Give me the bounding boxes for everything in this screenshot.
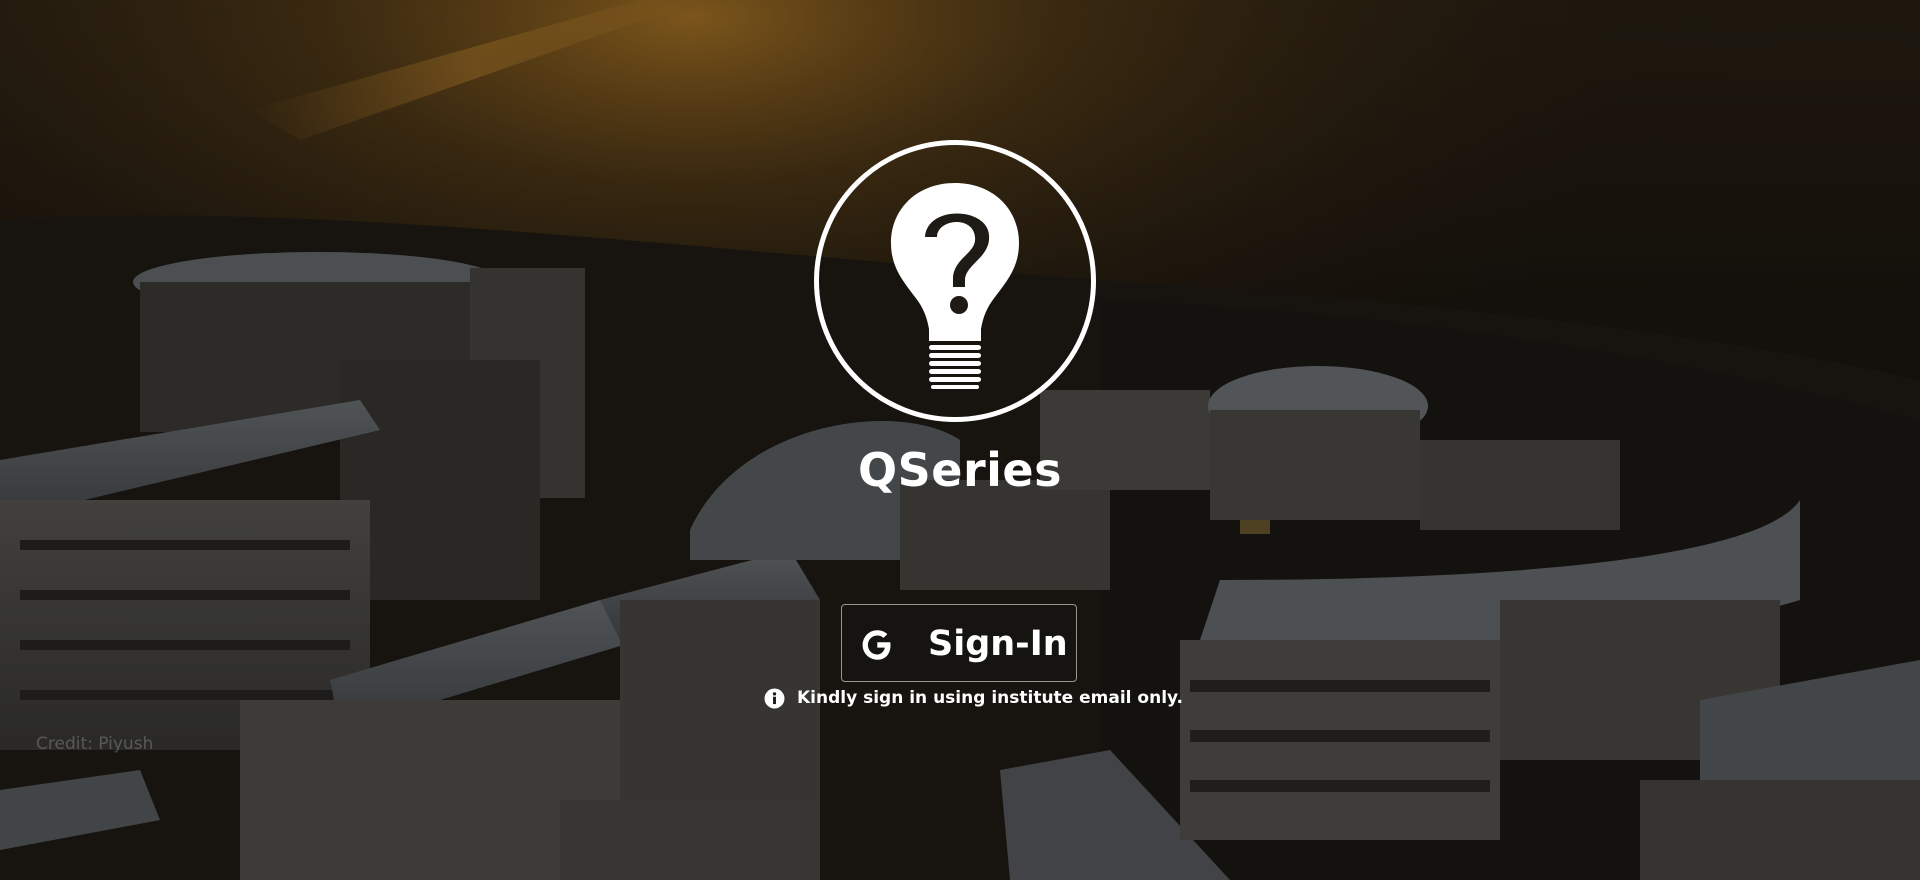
dark-overlay bbox=[0, 0, 1920, 880]
login-screen: QSeries Sign-In Kindly sign in using ins… bbox=[0, 0, 1920, 880]
signin-notice: Kindly sign in using institute email onl… bbox=[764, 686, 1183, 710]
signin-label: Sign-In bbox=[928, 624, 1068, 664]
google-g-icon bbox=[862, 630, 891, 660]
photo-credit-watermark: Credit: Piyush bbox=[36, 734, 154, 754]
info-icon bbox=[764, 688, 785, 708]
notice-text: Kindly sign in using institute email onl… bbox=[797, 688, 1184, 708]
qseries-logo bbox=[814, 140, 1096, 422]
question-bulb-icon bbox=[891, 183, 1019, 389]
app-title: QSeries bbox=[858, 443, 1062, 497]
google-signin-button[interactable]: Sign-In bbox=[841, 604, 1077, 682]
